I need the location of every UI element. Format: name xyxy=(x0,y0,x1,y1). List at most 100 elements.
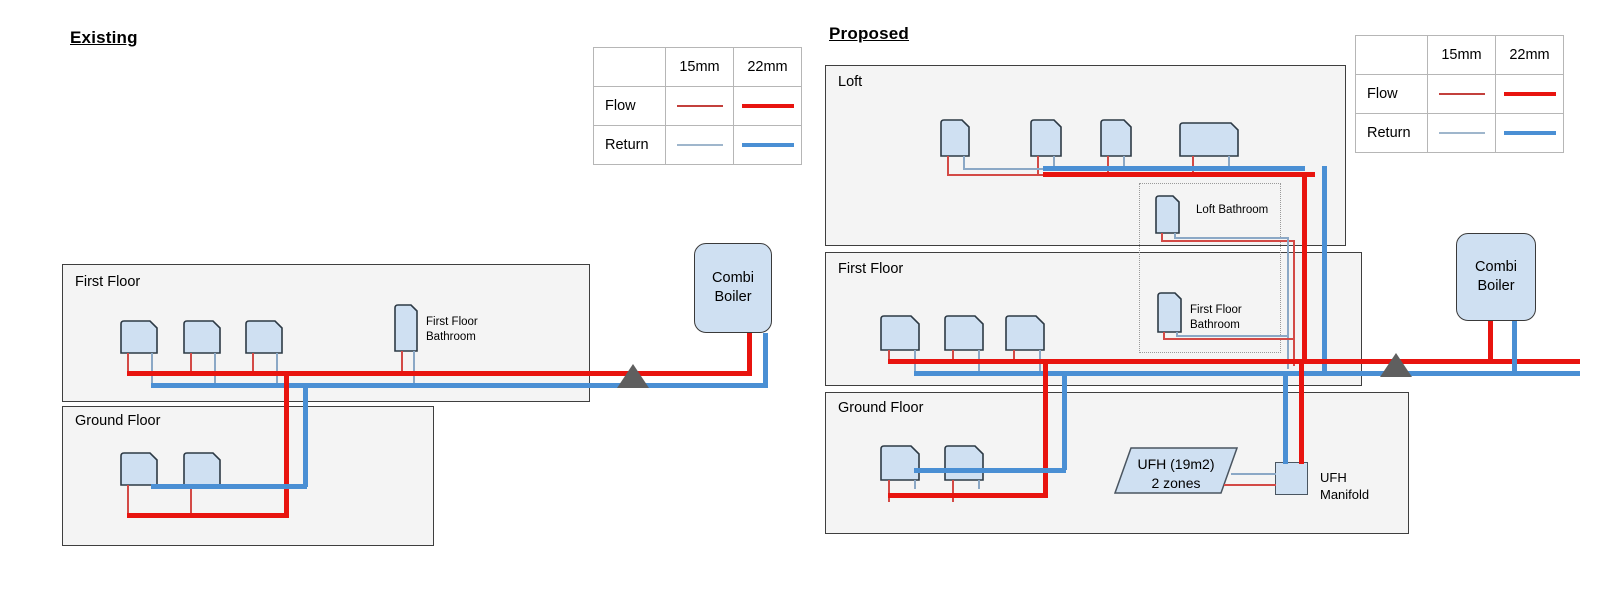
pipe-return-15mm xyxy=(214,353,216,385)
ufh-manifold-label: UFH Manifold xyxy=(1320,470,1370,502)
pipe-flow-22mm-riser xyxy=(284,371,289,517)
legend-corner-cell xyxy=(1355,35,1428,75)
pipe-return-22mm-riser xyxy=(303,383,308,487)
pipe-flow-15mm xyxy=(947,156,949,176)
pipe-flow-22mm-loft xyxy=(1043,172,1315,177)
proposed-first-floor-label: First Floor xyxy=(838,261,904,277)
legend-row-label-flow: Flow xyxy=(593,86,666,126)
pipe-flow-22mm-boiler-drop xyxy=(1488,321,1493,363)
legend-swatch-flow-15mm xyxy=(665,86,734,126)
radiator-bathroom xyxy=(1157,292,1182,333)
legend-swatch-return-15mm xyxy=(665,125,734,165)
legend-row-return: Return xyxy=(1355,113,1564,153)
pipe-return-15mm xyxy=(914,480,916,489)
legend-swatch-return-22mm xyxy=(733,125,802,165)
existing-section-title: Existing xyxy=(70,28,138,47)
pipe-return-22mm-loft xyxy=(1043,166,1305,171)
pipe-flow-22mm-loft-riser xyxy=(1302,172,1307,362)
pipe-return-22mm-ground-floor xyxy=(151,484,307,489)
pipe-flow-15mm xyxy=(127,485,129,515)
diagram-canvas: Existing 15mm 22mm Flow Return First Flo… xyxy=(0,0,1600,605)
pipe-return-15mm-loft-run xyxy=(963,168,1045,170)
radiator xyxy=(880,445,920,481)
radiator-bathroom xyxy=(1155,195,1180,234)
legend-row-return: Return xyxy=(593,125,802,165)
pipe-flow-15mm xyxy=(401,351,403,373)
pipe-flow-15mm xyxy=(1037,156,1039,176)
legend-header-row: 15mm 22mm xyxy=(1355,35,1564,75)
first-floor-bathroom-label: First Floor Bathroom xyxy=(1190,304,1242,332)
pipe-return-22mm-ground-floor xyxy=(914,468,1066,473)
radiator xyxy=(1005,315,1045,351)
radiator xyxy=(120,452,158,486)
pipe-return-15mm xyxy=(413,351,415,385)
legend-swatch-flow-22mm xyxy=(733,86,802,126)
legend-col-22mm: 22mm xyxy=(1495,35,1564,75)
radiator xyxy=(183,320,221,354)
legend-row-flow: Flow xyxy=(593,86,802,126)
pipe-return-15mm xyxy=(978,480,980,489)
radiator xyxy=(183,452,221,486)
pipe-flow-22mm-boiler-drop xyxy=(747,333,752,375)
legend-col-22mm: 22mm xyxy=(733,47,802,87)
radiator xyxy=(880,315,920,351)
legend-row-label-return: Return xyxy=(1355,113,1428,153)
legend-corner-cell xyxy=(593,47,666,87)
ufh-zone-label: UFH (19m2) 2 zones xyxy=(1137,456,1215,491)
legend-header-row: 15mm 22mm xyxy=(593,47,802,87)
radiator-bathroom xyxy=(394,304,418,352)
legend-col-15mm: 15mm xyxy=(665,47,734,87)
pipe-return-22mm-boiler-drop xyxy=(1512,321,1517,375)
pipe-flow-15mm xyxy=(190,485,192,515)
pipe-flow-22mm-first-floor xyxy=(127,371,752,376)
existing-first-floor-label: First Floor xyxy=(75,274,141,290)
pipe-flow-15mm xyxy=(190,353,192,373)
pipe-return-22mm-manifold-riser xyxy=(1283,372,1288,464)
existing-ground-floor-label: Ground Floor xyxy=(75,413,161,429)
legend-row-label-return: Return xyxy=(593,125,666,165)
pipe-flow-22mm-ground-floor xyxy=(127,513,289,518)
combi-boiler-proposed: Combi Boiler xyxy=(1456,233,1536,321)
proposed-ground-floor-label: Ground Floor xyxy=(838,400,924,416)
pipe-flow-15mm-bathstack xyxy=(1293,240,1295,366)
legend-swatch-return-22mm xyxy=(1495,113,1564,153)
pipe-return-15mm-ffbath xyxy=(1176,335,1288,337)
legend-row-label-flow: Flow xyxy=(1355,74,1428,114)
radiator xyxy=(245,320,283,354)
radiator xyxy=(1179,122,1239,157)
pipe-return-22mm-boiler xyxy=(586,383,768,388)
pipe-flow-15mm xyxy=(888,480,890,502)
flow-direction-marker xyxy=(617,364,649,388)
pipe-flow-15mm-loft-run xyxy=(947,174,1045,176)
pipe-flow-15mm-ffbath xyxy=(1163,338,1294,340)
pipe-flow-15mm xyxy=(252,353,254,373)
pipe-return-15mm-loftbath xyxy=(1174,237,1288,239)
radiator xyxy=(120,320,158,354)
pipe-return-15mm xyxy=(276,353,278,385)
legend-swatch-flow-22mm xyxy=(1495,74,1564,114)
proposed-loft-label: Loft xyxy=(838,74,863,90)
pipe-return-22mm-boiler-drop xyxy=(763,333,768,387)
radiator xyxy=(1100,119,1132,157)
pipe-return-15mm-bathstack xyxy=(1287,237,1289,369)
pipe-flow-22mm-ground-floor xyxy=(888,493,1048,498)
pipe-flow-15mm-ufh xyxy=(1224,484,1276,486)
pipe-return-15mm xyxy=(151,353,153,385)
pipe-flow-22mm-manifold-riser xyxy=(1299,360,1304,464)
legend-col-15mm: 15mm xyxy=(1427,35,1496,75)
pipe-flow-15mm xyxy=(952,480,954,502)
radiator xyxy=(944,445,984,481)
pipe-flow-22mm-riser-ground xyxy=(1043,359,1048,495)
legend-swatch-return-15mm xyxy=(1427,113,1496,153)
pipe-flow-15mm-loftbath xyxy=(1161,240,1294,242)
legend-row-flow: Flow xyxy=(1355,74,1564,114)
pipe-flow-22mm-first-floor xyxy=(888,359,1580,364)
radiator xyxy=(944,315,984,351)
loft-bathroom-label: Loft Bathroom xyxy=(1196,204,1269,216)
pipe-return-15mm-ufh xyxy=(1231,473,1276,475)
legend-swatch-flow-15mm xyxy=(1427,74,1496,114)
pipe-return-22mm-loft-riser xyxy=(1322,166,1327,374)
legend-table-existing: 15mm 22mm Flow Return xyxy=(593,47,802,165)
flow-direction-marker xyxy=(1380,353,1412,377)
radiator xyxy=(1030,119,1062,157)
